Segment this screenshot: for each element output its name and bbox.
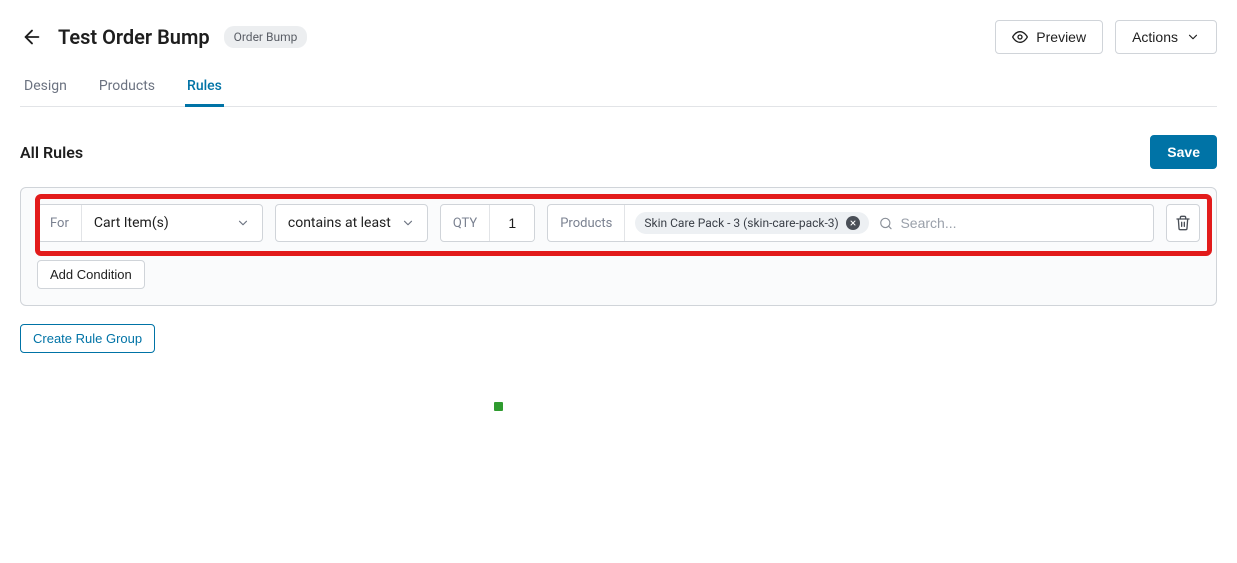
product-token-text: Skin Care Pack - 3 (skin-care-pack-3) xyxy=(644,216,838,230)
for-label: For xyxy=(38,205,82,241)
rule-group: For Cart Item(s) contains at least QTY P… xyxy=(20,187,1217,306)
page-title: Test Order Bump xyxy=(58,25,210,49)
tab-design[interactable]: Design xyxy=(22,68,69,107)
for-value: Cart Item(s) xyxy=(94,215,169,231)
close-icon xyxy=(849,219,857,227)
arrow-left-icon xyxy=(21,26,43,48)
condition-value: contains at least xyxy=(288,215,391,231)
tabs: Design Products Rules xyxy=(20,68,1217,107)
product-token: Skin Care Pack - 3 (skin-care-pack-3) xyxy=(635,212,868,234)
products-field: Products Skin Care Pack - 3 (skin-care-p… xyxy=(547,204,1154,242)
chevron-down-icon xyxy=(236,216,250,230)
eye-icon xyxy=(1012,29,1028,45)
tab-products[interactable]: Products xyxy=(97,68,157,107)
header-right: Preview Actions xyxy=(995,20,1217,54)
condition-field: contains at least xyxy=(275,204,428,242)
green-indicator xyxy=(494,402,503,411)
qty-input[interactable] xyxy=(490,205,534,241)
rule-row: For Cart Item(s) contains at least QTY P… xyxy=(37,204,1200,242)
section-header: All Rules Save xyxy=(20,135,1217,169)
product-search xyxy=(879,215,1143,231)
condition-select[interactable]: contains at least xyxy=(276,205,427,241)
chevron-down-icon xyxy=(401,216,415,230)
search-icon xyxy=(879,216,893,231)
type-badge: Order Bump xyxy=(224,26,308,48)
tab-rules[interactable]: Rules xyxy=(185,68,224,107)
page-header: Test Order Bump Order Bump Preview Actio… xyxy=(20,20,1217,68)
add-condition-button[interactable]: Add Condition xyxy=(37,260,145,289)
header-left: Test Order Bump Order Bump xyxy=(20,25,307,49)
qty-label: QTY xyxy=(441,205,490,241)
back-button[interactable] xyxy=(20,25,44,49)
trash-icon xyxy=(1175,215,1191,231)
product-search-input[interactable] xyxy=(900,215,1143,231)
chevron-down-icon xyxy=(1186,30,1200,44)
products-label: Products xyxy=(548,205,625,241)
for-field: For Cart Item(s) xyxy=(37,204,263,242)
remove-token-button[interactable] xyxy=(846,216,860,230)
products-token-area[interactable]: Skin Care Pack - 3 (skin-care-pack-3) xyxy=(625,205,1153,241)
save-button[interactable]: Save xyxy=(1150,135,1217,169)
delete-rule-button[interactable] xyxy=(1166,204,1200,242)
qty-field: QTY xyxy=(440,204,535,242)
for-select[interactable]: Cart Item(s) xyxy=(82,205,262,241)
create-rule-group-button[interactable]: Create Rule Group xyxy=(20,324,155,353)
actions-dropdown[interactable]: Actions xyxy=(1115,20,1217,54)
actions-label: Actions xyxy=(1132,29,1178,45)
preview-button[interactable]: Preview xyxy=(995,20,1103,54)
section-title: All Rules xyxy=(20,143,83,162)
preview-label: Preview xyxy=(1036,29,1086,45)
